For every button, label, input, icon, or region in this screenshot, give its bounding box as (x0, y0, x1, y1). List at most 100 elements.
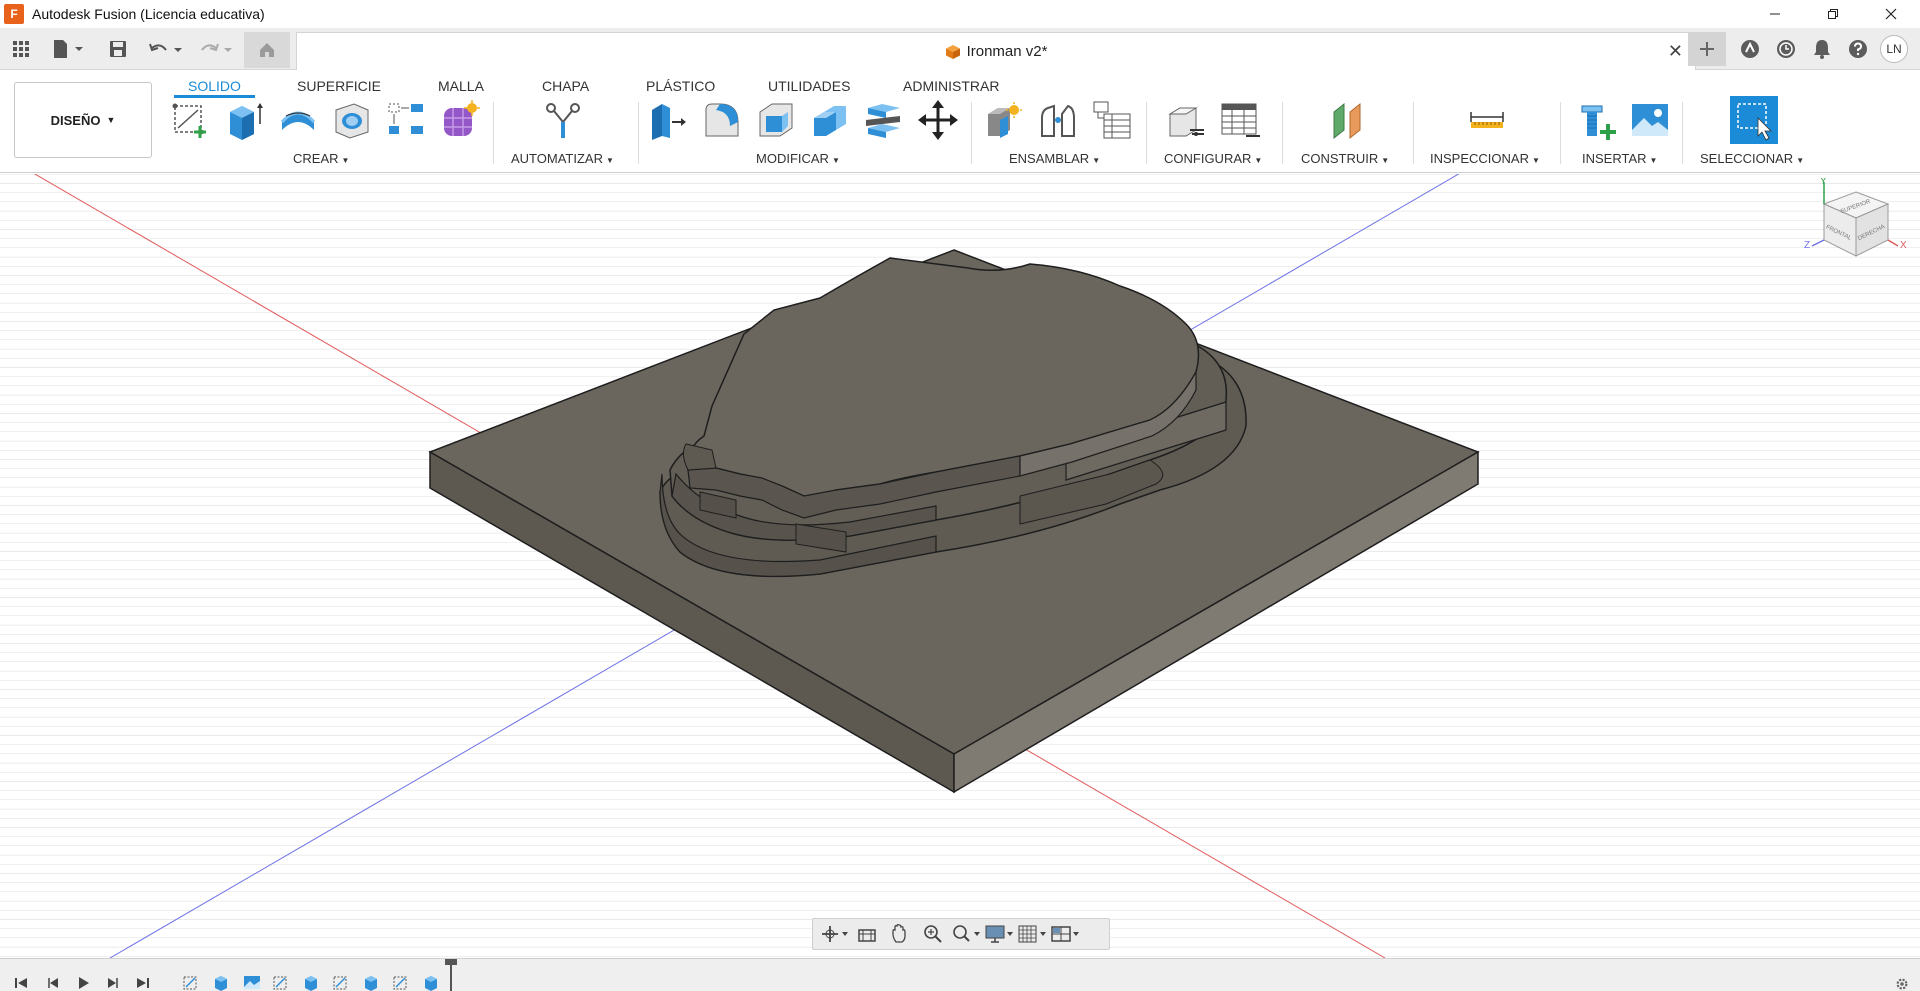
fillet-icon[interactable] (700, 98, 744, 142)
group-divider (971, 102, 972, 164)
create-sketch-icon[interactable] (168, 98, 212, 142)
new-tab-plus-icon[interactable] (1688, 32, 1726, 66)
shell-icon[interactable] (754, 98, 798, 142)
document-tab[interactable]: Ironman v2* ✕ (296, 32, 1696, 70)
extensions-icon[interactable] (1732, 32, 1768, 66)
pattern-icon[interactable] (384, 98, 428, 142)
press-pull-icon[interactable] (646, 98, 690, 142)
notifications-bell-icon[interactable] (1804, 32, 1840, 66)
group-inspeccionar[interactable]: INSPECCIONAR ▼ (1430, 151, 1540, 166)
tab-solido[interactable]: SOLIDO (174, 74, 255, 98)
group-configurar-label: CONFIGURAR (1164, 151, 1252, 166)
select-tool-icon[interactable] (1730, 96, 1778, 144)
group-divider (1560, 102, 1561, 164)
zoom-icon[interactable] (916, 920, 949, 948)
construction-plane-icon[interactable] (1326, 98, 1370, 142)
hole-icon[interactable] (330, 98, 374, 142)
play-icon[interactable] (72, 975, 94, 991)
data-panel-grid-icon[interactable] (8, 34, 34, 64)
measure-icon[interactable] (1465, 98, 1509, 142)
timeline-extrude-icon[interactable] (362, 973, 384, 991)
tab-utilidades[interactable]: UTILIDADES (768, 74, 850, 98)
group-automatizar[interactable]: AUTOMATIZAR ▼ (511, 151, 614, 166)
form-sculpt-icon[interactable] (438, 98, 482, 142)
job-status-clock-icon[interactable] (1768, 32, 1804, 66)
timeline-sketch-icon[interactable] (272, 973, 294, 991)
group-crear[interactable]: CREAR ▼ (293, 151, 349, 166)
save-icon[interactable] (104, 34, 132, 64)
display-settings-icon[interactable] (982, 920, 1015, 948)
group-seleccionar[interactable]: SELECCIONAR ▼ (1700, 151, 1804, 166)
redo-icon[interactable] (196, 34, 236, 64)
group-modificar[interactable]: MODIFICAR ▼ (756, 151, 840, 166)
grid-settings-icon[interactable] (1015, 920, 1048, 948)
timeline-settings-gear-icon[interactable] (1894, 977, 1910, 991)
undo-icon[interactable] (146, 34, 186, 64)
group-crear-label: CREAR (293, 151, 339, 166)
timeline-extrude-icon[interactable] (302, 973, 324, 991)
file-menu-icon[interactable] (48, 34, 88, 64)
combine-icon[interactable] (808, 98, 852, 142)
step-back-icon[interactable] (42, 975, 64, 991)
timeline-sketch-icon[interactable] (182, 973, 204, 991)
joint-icon[interactable] (1036, 98, 1080, 142)
pan-hand-icon[interactable] (883, 920, 916, 948)
new-component-icon[interactable] (982, 98, 1026, 142)
group-divider (1146, 102, 1147, 164)
minimize-button[interactable] (1746, 0, 1804, 28)
close-tab-icon[interactable]: ✕ (1668, 41, 1683, 62)
step-forward-icon[interactable] (102, 975, 124, 991)
extrude-icon[interactable] (222, 98, 266, 142)
tab-superficie[interactable]: SUPERFICIE (297, 74, 381, 98)
timeline-extrude-icon[interactable] (422, 973, 444, 991)
tab-chapa[interactable]: CHAPA (542, 74, 589, 98)
user-avatar[interactable]: LN (1880, 35, 1908, 63)
timeline-canvas-image-icon[interactable] (242, 973, 264, 991)
group-insertar[interactable]: INSERTAR ▼ (1582, 151, 1657, 166)
application-bar: Ironman v2* ✕ LN (0, 28, 1920, 70)
group-divider (1282, 102, 1283, 164)
insert-image-icon[interactable] (1628, 98, 1672, 142)
window-title: Autodesk Fusion (Licencia educativa) (32, 6, 265, 22)
document-title: Ironman v2* (966, 43, 1048, 60)
close-window-button[interactable] (1862, 0, 1920, 28)
timeline-marker-icon[interactable] (444, 959, 458, 991)
view-cube[interactable]: SUPERIOR FRONTAL DERECHA X Y Z (1804, 178, 1908, 288)
axis-z-label: Z (1804, 240, 1810, 251)
group-divider (638, 102, 639, 164)
workspace-label: DISEÑO (50, 112, 101, 128)
revolve-icon[interactable] (276, 98, 320, 142)
tab-malla[interactable]: MALLA (438, 74, 484, 98)
group-seleccionar-label: SELECCIONAR (1700, 151, 1794, 166)
home-icon[interactable] (244, 32, 290, 68)
configuration-table-icon[interactable] (1218, 98, 1262, 142)
tab-plastico[interactable]: PLÁSTICO (646, 74, 715, 98)
go-to-start-icon[interactable] (10, 975, 32, 991)
group-construir[interactable]: CONSTRUIR ▼ (1301, 151, 1389, 166)
group-ensamblar[interactable]: ENSAMBLAR ▼ (1009, 151, 1100, 166)
timeline-bar (0, 958, 1920, 991)
split-body-icon[interactable] (862, 98, 906, 142)
component-cube-icon (945, 44, 960, 59)
restore-button[interactable] (1804, 0, 1862, 28)
fit-zoom-window-icon[interactable] (949, 920, 982, 948)
tab-administrar[interactable]: ADMINISTRAR (903, 74, 999, 98)
go-to-end-icon[interactable] (132, 975, 154, 991)
3d-viewport[interactable]: SUPERIOR FRONTAL DERECHA X Y Z (0, 174, 1920, 958)
help-icon[interactable] (1840, 32, 1876, 66)
configure-parameters-icon[interactable] (1164, 98, 1208, 142)
automate-icon[interactable] (541, 98, 585, 142)
viewports-icon[interactable] (1048, 920, 1081, 948)
timeline-sketch-icon[interactable] (392, 973, 414, 991)
move-copy-icon[interactable] (916, 98, 960, 142)
insert-component-icon[interactable] (1576, 98, 1620, 142)
look-at-icon[interactable] (850, 920, 883, 948)
orbit-icon[interactable] (817, 920, 850, 948)
bill-of-materials-icon[interactable] (1090, 98, 1134, 142)
group-configurar[interactable]: CONFIGURAR ▼ (1164, 151, 1262, 166)
timeline-sketch-icon[interactable] (332, 973, 354, 991)
workspace-switcher[interactable]: DISEÑO ▼ (14, 82, 152, 158)
fusion-logo-icon: F (4, 4, 24, 24)
timeline-extrude-icon[interactable] (212, 973, 234, 991)
group-inspeccionar-label: INSPECCIONAR (1430, 151, 1529, 166)
